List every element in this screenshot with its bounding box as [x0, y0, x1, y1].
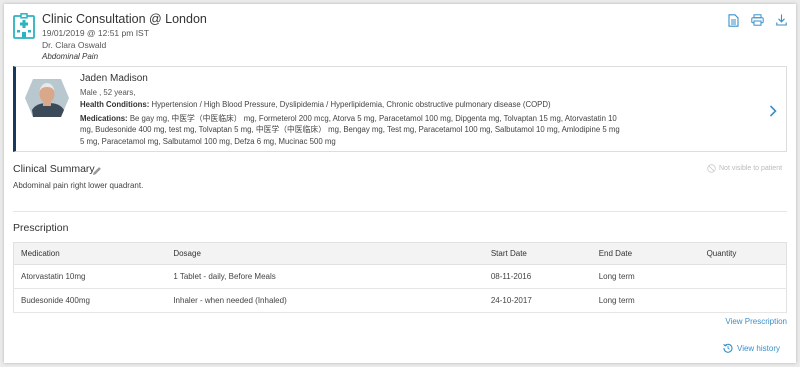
consultation-card: Clinic Consultation @ London 19/01/2019 …: [4, 4, 796, 363]
column-header: Start Date: [483, 242, 592, 265]
medications-label: Medications:: [80, 114, 128, 123]
start-date-cell: 24-10-2017: [483, 288, 592, 313]
clinic-building-icon: [13, 13, 35, 39]
medications-value: Be gay mg, 中医学（中医临床） mg, Formeterol 200 …: [80, 114, 620, 146]
clinical-summary-title: Clinical Summary: [13, 163, 95, 175]
print-icon[interactable]: [750, 13, 764, 27]
view-history-label: View history: [737, 343, 780, 353]
quantity-cell: [699, 264, 787, 289]
medications: Medications: Be gay mg, 中医学（中医临床） mg, Fo…: [80, 113, 620, 147]
not-visible-label: Not visible to patient: [719, 165, 783, 172]
health-conditions-value: Hypertension / High Blood Pressure, Dysl…: [151, 100, 551, 109]
not-visible-to-patient: Not visible to patient: [707, 164, 782, 173]
view-prescription-link[interactable]: View Prescription: [725, 317, 787, 326]
patient-avatar: [25, 79, 69, 117]
pencil-icon[interactable]: [92, 163, 102, 175]
view-history-button[interactable]: View history: [723, 338, 793, 358]
prescription-table: Medication Dosage Start Date End Date Qu…: [13, 242, 787, 313]
medication-cell: Atorvastatin 10mg: [13, 264, 167, 289]
page-title: Clinic Consultation @ London: [42, 12, 207, 26]
doctor-name: Dr. Clara Oswald: [42, 40, 107, 50]
chevron-right-icon[interactable]: [768, 104, 778, 118]
table-row: Atorvastatin 10mg 1 Tablet - daily, Befo…: [13, 264, 787, 289]
column-header: End Date: [591, 242, 700, 265]
patient-demographics: Male , 52 years,: [80, 88, 136, 97]
health-conditions: Health Conditions: Hypertension / High B…: [80, 100, 551, 109]
download-icon[interactable]: [774, 13, 788, 27]
document-icon[interactable]: [726, 13, 740, 27]
dosage-cell: 1 Tablet - daily, Before Meals: [166, 264, 484, 289]
prescription-title: Prescription: [13, 222, 69, 234]
quantity-cell: [699, 288, 787, 313]
column-header: Medication: [13, 242, 167, 265]
dosage-cell: Inhaler - when needed (Inhaled): [166, 288, 484, 313]
clinical-summary-text: Abdominal pain right lower quadrant.: [13, 181, 144, 190]
consultation-reason: Abdominal Pain: [42, 52, 99, 61]
start-date-cell: 08-11-2016: [483, 264, 592, 289]
column-header: Dosage: [166, 242, 484, 265]
consultation-datetime: 19/01/2019 @ 12:51 pm IST: [42, 28, 149, 38]
table-row: Budesonide 400mg Inhaler - when needed (…: [13, 288, 787, 313]
eye-off-icon: [707, 164, 716, 173]
end-date-cell: Long term: [591, 288, 700, 313]
patient-name: Jaden Madison: [80, 73, 148, 84]
table-header-row: Medication Dosage Start Date End Date Qu…: [13, 242, 787, 265]
medication-cell: Budesonide 400mg: [13, 288, 167, 313]
health-conditions-label: Health Conditions:: [80, 100, 150, 109]
history-icon: [723, 343, 733, 353]
end-date-cell: Long term: [591, 264, 700, 289]
divider: [13, 211, 787, 212]
column-header: Quantity: [699, 242, 787, 265]
patient-card[interactable]: Jaden Madison Male , 52 years, Health Co…: [13, 66, 787, 152]
